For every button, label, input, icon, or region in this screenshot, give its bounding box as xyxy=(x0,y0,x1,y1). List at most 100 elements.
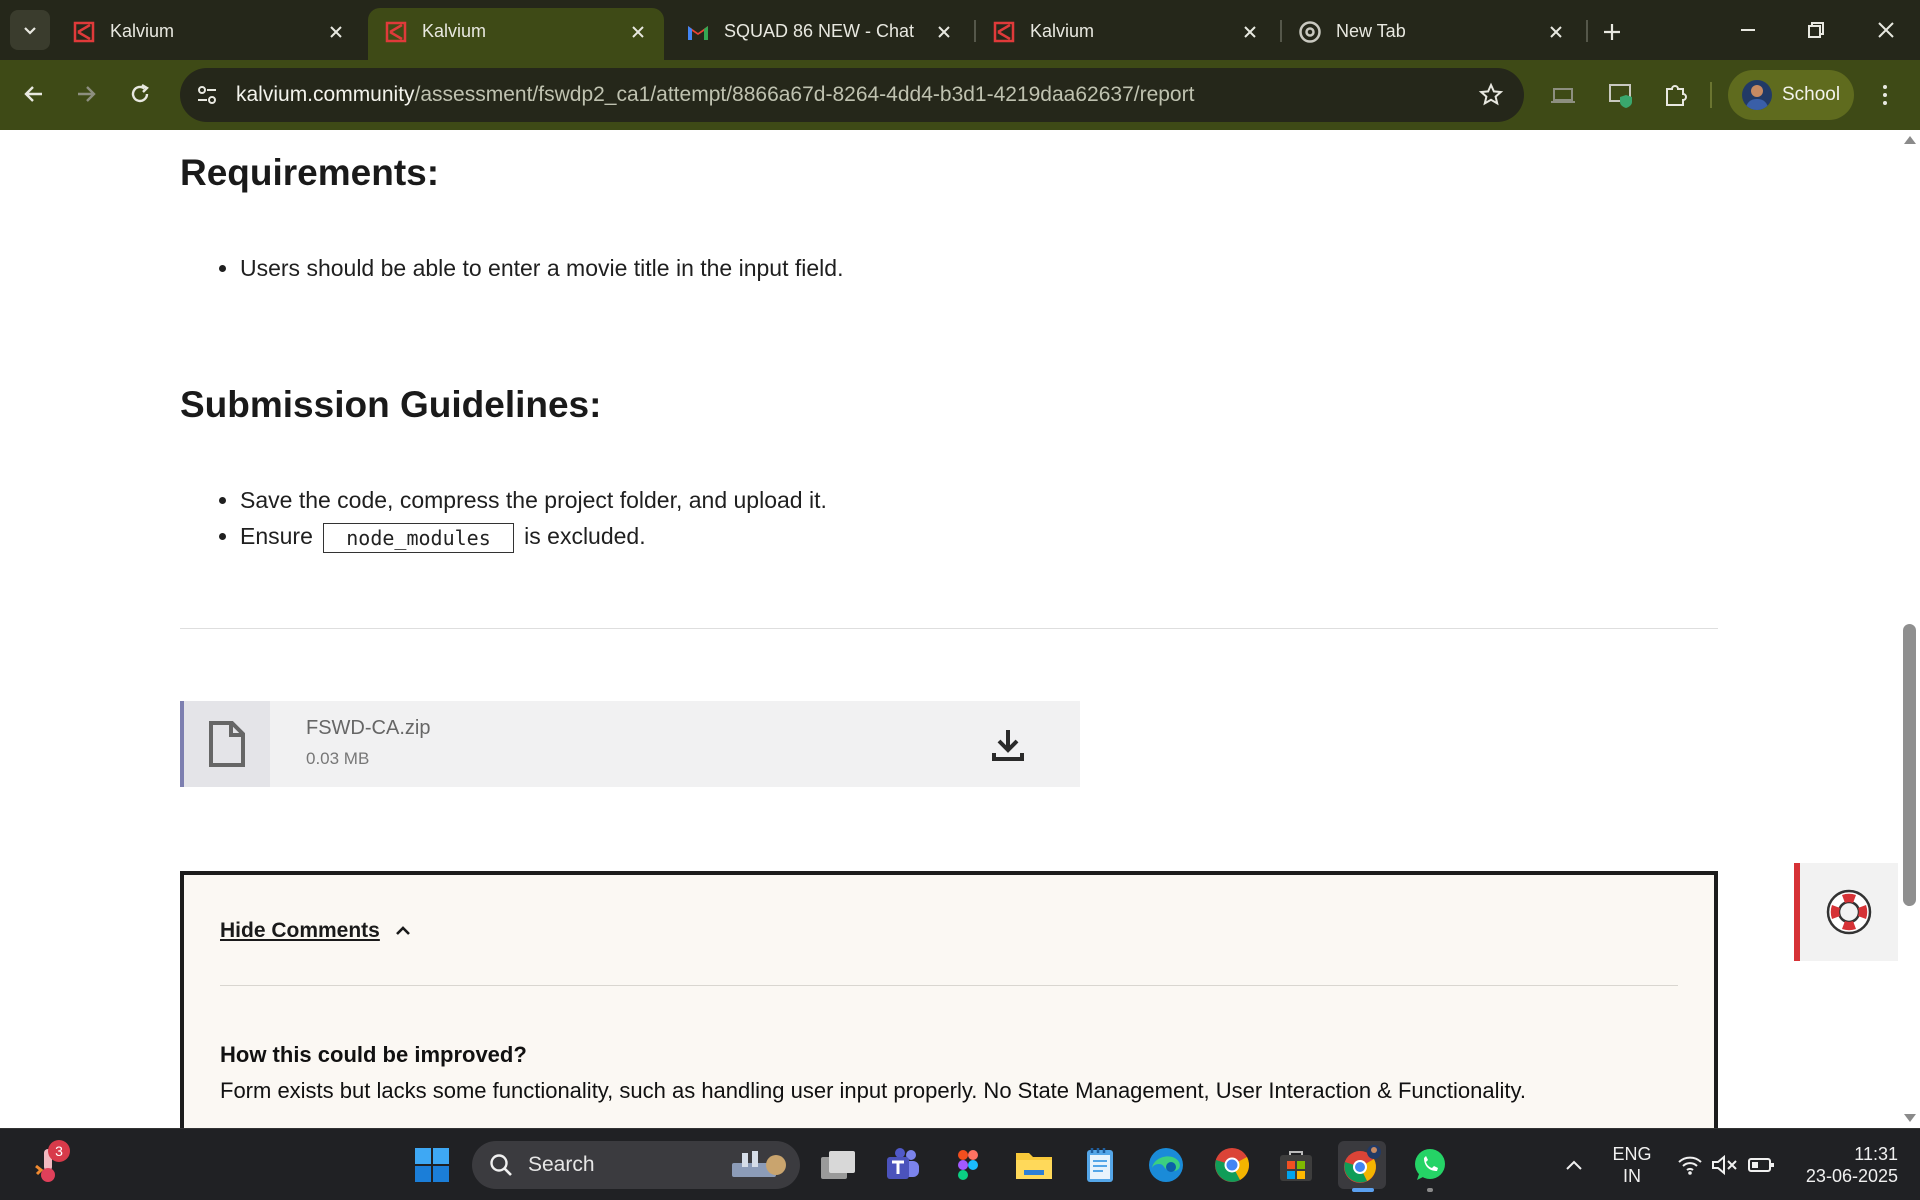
close-icon[interactable] xyxy=(1238,20,1262,44)
bookmark-star-icon[interactable] xyxy=(1478,82,1504,108)
tab-title: Kalvium xyxy=(1030,21,1095,41)
forward-button[interactable] xyxy=(66,74,106,114)
laptop-icon xyxy=(1551,88,1575,103)
new-tab-button[interactable] xyxy=(1594,14,1630,50)
gmail-icon xyxy=(686,20,710,44)
chrome-icon xyxy=(1215,1148,1249,1182)
tab-squad-chat[interactable]: SQUAD 86 NEW - Chat xyxy=(670,8,970,60)
restore-button[interactable] xyxy=(1796,12,1836,48)
extensions-button[interactable] xyxy=(1660,80,1690,110)
chrome-taskbar-button[interactable] xyxy=(1208,1141,1256,1189)
tab-strip: Kalvium Kalvium SQUAD 86 NEW - Chat Kalv… xyxy=(0,0,1920,60)
hide-comments-toggle[interactable]: Hide Comments xyxy=(220,919,412,943)
tab-kalvium-3[interactable]: Kalvium xyxy=(976,8,1276,60)
taskbar-search[interactable]: Search xyxy=(472,1141,800,1189)
help-widget-button[interactable] xyxy=(1794,863,1898,961)
close-icon[interactable] xyxy=(1544,20,1568,44)
scrollbar-thumb[interactable] xyxy=(1903,624,1916,906)
comments-panel: Hide Comments How this could be improved… xyxy=(180,871,1718,1128)
kalvium-icon xyxy=(992,20,1016,44)
section-divider xyxy=(180,628,1718,629)
lifebuoy-icon xyxy=(1826,889,1872,935)
tab-kalvium-1[interactable]: Kalvium xyxy=(56,8,362,60)
scroll-down-arrow-icon[interactable] xyxy=(1904,1114,1916,1122)
close-icon[interactable] xyxy=(626,20,650,44)
show-hidden-icons-button[interactable] xyxy=(1550,1141,1598,1189)
kalvium-icon xyxy=(384,20,408,44)
ensure-text: Ensure xyxy=(240,523,313,549)
close-icon[interactable] xyxy=(932,20,956,44)
kalvium-icon xyxy=(72,20,96,44)
browser-toolbar: kalvium.community/assessment/fswdp2_ca1/… xyxy=(0,60,1920,130)
language-code: ENG xyxy=(1612,1144,1652,1164)
hide-comments-label: Hide Comments xyxy=(220,919,380,942)
edge-icon xyxy=(1149,1148,1183,1182)
list-item: Ensure node_modules is excluded. xyxy=(240,518,827,554)
comment-question: How this could be improved? xyxy=(220,1042,527,1067)
teams-icon xyxy=(887,1148,919,1179)
tab-title: SQUAD 86 NEW - Chat xyxy=(724,21,915,41)
ms-store-button[interactable] xyxy=(1272,1141,1320,1189)
figma-button[interactable] xyxy=(944,1141,992,1189)
clock-time: 11:31 xyxy=(1854,1144,1898,1164)
store-icon xyxy=(1280,1151,1312,1181)
tab-new-tab[interactable]: New Tab xyxy=(1282,8,1582,60)
tab-separator xyxy=(1586,20,1588,42)
file-attachment-card[interactable]: FSWD-CA.zip 0.03 MB xyxy=(180,701,1080,787)
close-icon[interactable] xyxy=(324,20,348,44)
avatar xyxy=(1742,80,1772,110)
battery-icon xyxy=(1748,1158,1774,1172)
download-icon[interactable] xyxy=(990,727,1026,763)
file-name: FSWD-CA.zip xyxy=(306,717,431,739)
whatsapp-button[interactable] xyxy=(1406,1141,1454,1189)
language-indicator[interactable]: ENG IN xyxy=(1604,1143,1660,1187)
file-explorer-button[interactable] xyxy=(1010,1141,1058,1189)
back-button[interactable] xyxy=(14,74,54,114)
reload-button[interactable] xyxy=(120,74,160,114)
task-view-icon xyxy=(821,1151,855,1179)
reload-icon xyxy=(131,83,149,103)
requirements-list: Users should be able to enter a movie ti… xyxy=(240,250,843,286)
task-view-button[interactable] xyxy=(814,1141,862,1189)
edge-button[interactable] xyxy=(1142,1141,1190,1189)
site-settings-icon[interactable] xyxy=(194,82,220,108)
cast-button[interactable] xyxy=(1548,80,1578,110)
tab-kalvium-active[interactable]: Kalvium xyxy=(368,8,664,60)
submission-heading: Submission Guidelines: xyxy=(180,384,602,425)
close-window-button[interactable] xyxy=(1866,12,1906,48)
requirements-heading: Requirements: xyxy=(180,152,440,193)
extension-shield-button[interactable] xyxy=(1606,80,1636,110)
scroll-up-arrow-icon[interactable] xyxy=(1904,136,1916,144)
address-bar[interactable]: kalvium.community/assessment/fswdp2_ca1/… xyxy=(180,68,1524,122)
excluded-text: is excluded. xyxy=(524,523,646,549)
wifi-icon xyxy=(1678,1156,1702,1175)
whatsapp-running-indicator xyxy=(1427,1188,1433,1192)
notepad-button[interactable] xyxy=(1076,1141,1124,1189)
teams-button[interactable] xyxy=(878,1141,926,1189)
puzzle-icon xyxy=(1666,85,1687,106)
profile-name: School xyxy=(1782,84,1841,105)
minimize-button[interactable] xyxy=(1728,12,1768,48)
restore-icon xyxy=(1808,22,1824,38)
plus-icon xyxy=(1604,24,1620,40)
page-content: Requirements: Users should be able to en… xyxy=(0,130,1900,1128)
tab-search-button[interactable] xyxy=(10,10,50,50)
system-tray-quick-settings[interactable] xyxy=(1664,1141,1788,1189)
profile-button[interactable]: School xyxy=(1728,70,1854,120)
chrome-profile-taskbar-button[interactable] xyxy=(1338,1141,1386,1189)
close-icon xyxy=(1878,22,1894,38)
clock-date: 23-06-2025 xyxy=(1805,1166,1898,1186)
file-icon xyxy=(184,701,270,787)
windows-taskbar: Search ENG IN 11:31 23-06-2025 xyxy=(0,1128,1920,1200)
search-highlight-icon xyxy=(732,1151,786,1177)
toolbar-separator xyxy=(1710,82,1712,108)
list-item: Save the code, compress the project fold… xyxy=(240,482,827,518)
start-button[interactable] xyxy=(408,1141,456,1189)
tab-title: Kalvium xyxy=(422,21,487,41)
url-text[interactable]: kalvium.community/assessment/fswdp2_ca1/… xyxy=(236,83,1194,107)
shield-extension-icon xyxy=(1609,84,1632,108)
clock[interactable]: 11:31 23-06-2025 xyxy=(1792,1143,1898,1187)
page-scrollbar[interactable] xyxy=(1900,130,1920,1128)
menu-kebab-icon[interactable] xyxy=(1870,80,1900,110)
arrow-right-icon xyxy=(78,86,96,102)
